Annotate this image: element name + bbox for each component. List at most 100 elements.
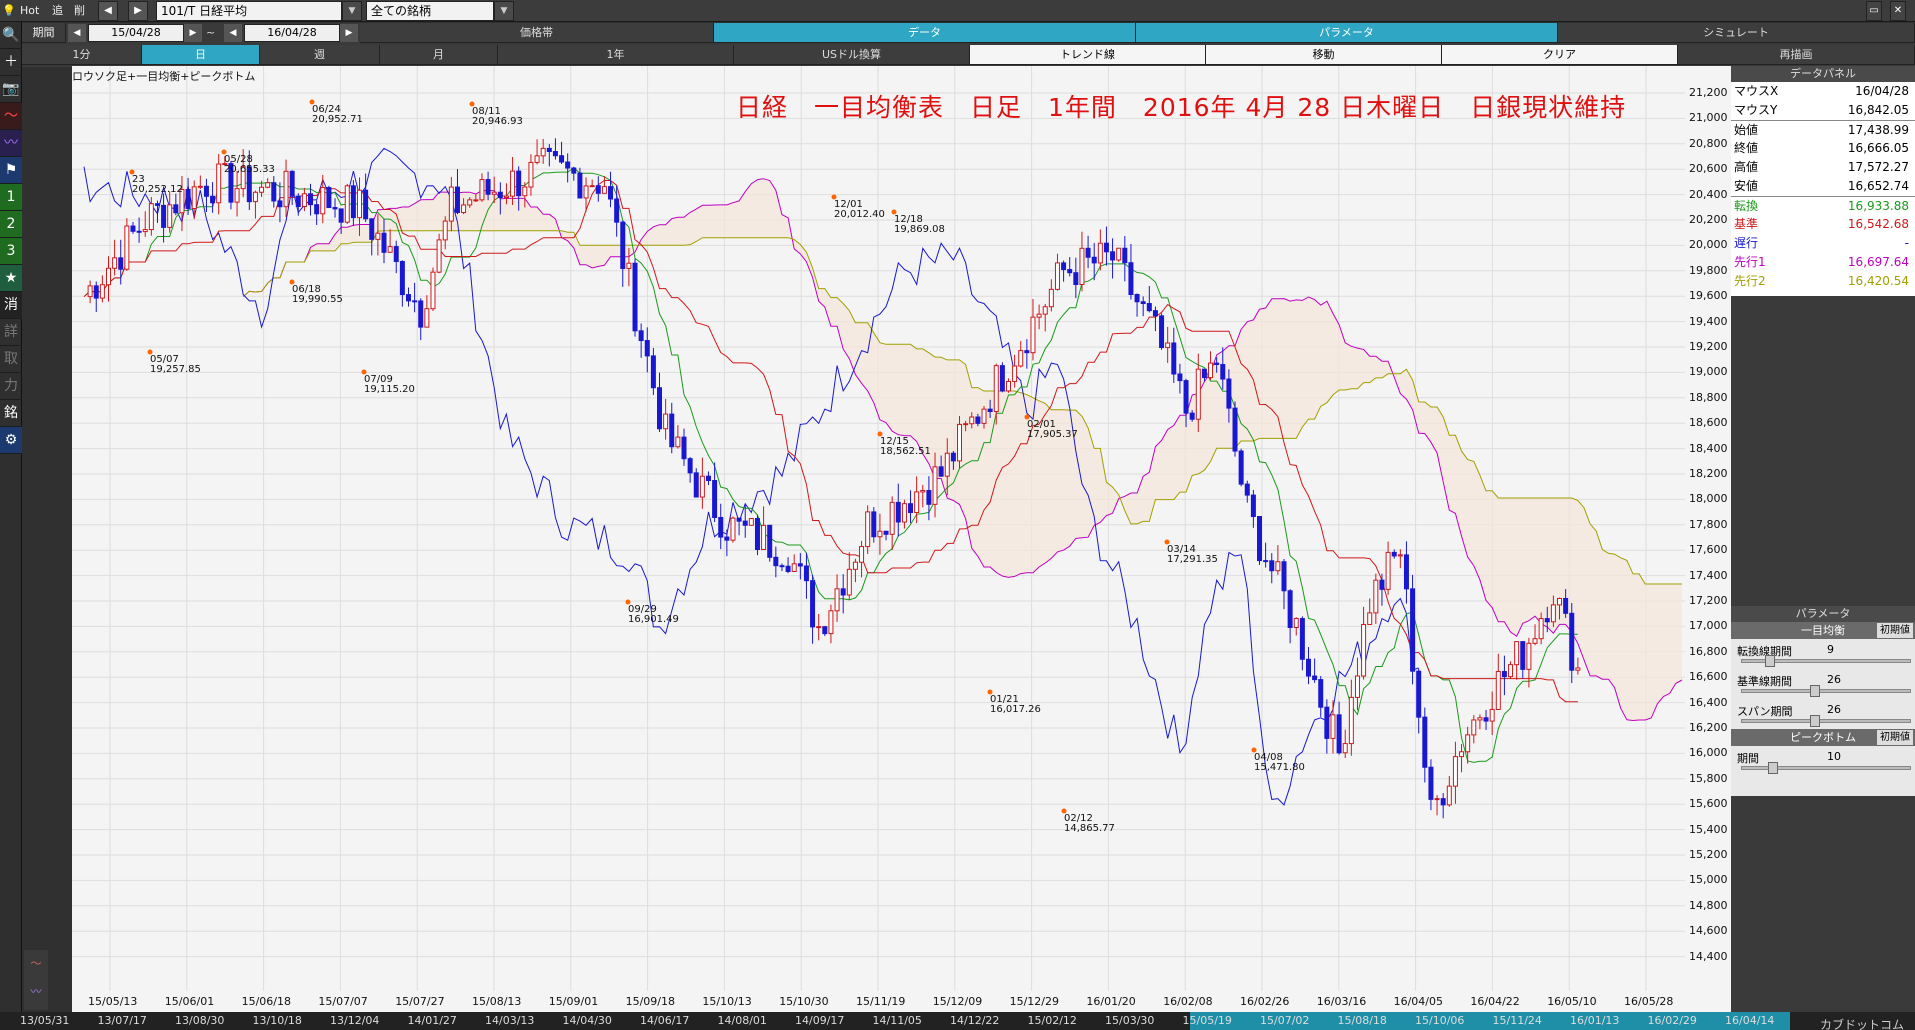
- erase-button[interactable]: 消: [0, 292, 22, 319]
- timeline-date[interactable]: 15/05/19: [1183, 1014, 1232, 1027]
- date-from-input[interactable]: 15/04/28: [88, 24, 184, 42]
- mini-chart-icons[interactable]: 〜 〰: [24, 950, 48, 1010]
- candle-body: [981, 408, 987, 424]
- preset-3-icon[interactable]: 3: [0, 238, 22, 265]
- timeline-date[interactable]: 14/03/13: [485, 1014, 534, 1027]
- panel-spacer: [1731, 296, 1915, 606]
- timeline-date[interactable]: 13/08/30: [175, 1014, 224, 1027]
- param-slider[interactable]: [1741, 766, 1911, 770]
- timeline-date[interactable]: 15/03/30: [1105, 1014, 1154, 1027]
- candle-body: [87, 285, 93, 298]
- lightbulb-icon[interactable]: 💡: [2, 2, 16, 20]
- get-button[interactable]: 取: [0, 346, 22, 373]
- camera-icon[interactable]: 📷: [0, 76, 22, 103]
- param-slider[interactable]: [1741, 719, 1911, 723]
- timeline-date[interactable]: 13/05/31: [20, 1014, 69, 1027]
- timeline-date[interactable]: 15/02/12: [1028, 1014, 1077, 1027]
- chart-area[interactable]: 15/05/13 15/06/01 15/06/18 15/07/07 15/07/27…: [72, 66, 1685, 1012]
- star-icon[interactable]: ★: [0, 265, 22, 292]
- timeline-date[interactable]: 15/10/06: [1415, 1014, 1464, 1027]
- param-value[interactable]: 9: [1827, 643, 1834, 656]
- mini-line-icon[interactable]: 〜: [24, 950, 48, 978]
- timeline-date[interactable]: 15/08/18: [1338, 1014, 1387, 1027]
- interval-1year[interactable]: 1年: [498, 45, 734, 65]
- minimize-icon[interactable]: ▭: [1866, 1, 1882, 21]
- slider-knob[interactable]: [1810, 715, 1821, 727]
- filter-dropdown-icon[interactable]: ▼: [494, 1, 514, 21]
- line-chart-icon[interactable]: 〜: [0, 103, 22, 130]
- timeline-date[interactable]: 13/12/04: [330, 1014, 379, 1027]
- timeline-date[interactable]: 15/11/24: [1493, 1014, 1542, 1027]
- interval-week[interactable]: 週: [260, 45, 380, 65]
- next-arrow-icon[interactable]: ▶: [128, 1, 148, 21]
- candle-body: [999, 365, 1005, 392]
- interval-day[interactable]: 日: [142, 45, 260, 65]
- candle-body: [1348, 696, 1354, 745]
- peak-reset-button[interactable]: 初期値: [1877, 730, 1913, 745]
- ichimoku-reset-button[interactable]: 初期値: [1877, 623, 1913, 638]
- usd-convert-button[interactable]: USドル換算: [734, 45, 970, 65]
- preset-2-icon[interactable]: 2: [0, 211, 22, 238]
- flag-icon[interactable]: ⚑: [0, 157, 22, 184]
- date-to-input[interactable]: 16/04/28: [244, 24, 340, 42]
- symbol-button[interactable]: 銘: [0, 400, 22, 427]
- hot-button[interactable]: Hot: [20, 2, 39, 20]
- delete-button[interactable]: 削: [74, 2, 85, 20]
- param-value[interactable]: 26: [1827, 703, 1841, 716]
- timeline-date[interactable]: 14/09/17: [795, 1014, 844, 1027]
- candle-body: [142, 229, 148, 233]
- date-prev-icon[interactable]: ◀: [68, 24, 86, 42]
- tab-data[interactable]: データ: [714, 23, 1136, 43]
- app-window: 💡 Hot 追 削 ◀ ▶ 101/T 日経平均 ▼ 全ての銘柄 ▼ ▭ ✕ 期…: [0, 0, 1915, 1030]
- timeline-date[interactable]: 14/06/17: [640, 1014, 689, 1027]
- date-to-next-icon[interactable]: ▶: [340, 24, 358, 42]
- timeline-date[interactable]: 14/11/05: [873, 1014, 922, 1027]
- date-from-next-icon[interactable]: ▶: [184, 24, 202, 42]
- slider-knob[interactable]: [1810, 685, 1821, 697]
- timeline-date[interactable]: 14/01/27: [408, 1014, 457, 1027]
- timeline-date[interactable]: 14/04/30: [563, 1014, 612, 1027]
- move-button[interactable]: 移動: [1206, 45, 1442, 65]
- power-button[interactable]: 力: [0, 373, 22, 400]
- tab-parameter[interactable]: パラメータ: [1136, 23, 1558, 43]
- ichimoku-section: 一目均衡 初期値: [1731, 622, 1915, 639]
- preset-1-icon[interactable]: 1: [0, 184, 22, 211]
- x-tick-label: 15/10/13: [702, 995, 751, 1008]
- slider-knob[interactable]: [1767, 762, 1778, 774]
- symbol-dropdown-icon[interactable]: ▼: [342, 1, 362, 21]
- mini-wave-icon[interactable]: 〰: [24, 978, 48, 1006]
- search-icon[interactable]: 🔍: [0, 22, 22, 49]
- slider-knob[interactable]: [1765, 655, 1775, 667]
- add-button[interactable]: 追: [52, 2, 63, 20]
- clear-button[interactable]: クリア: [1442, 45, 1678, 65]
- param-slider[interactable]: [1741, 689, 1911, 693]
- tab-price-range[interactable]: 価格帯: [360, 23, 714, 43]
- timeline-date[interactable]: 16/01/13: [1570, 1014, 1619, 1027]
- close-icon[interactable]: ✕: [1890, 1, 1906, 21]
- crosshair-icon[interactable]: ＋: [0, 49, 22, 76]
- symbol-input[interactable]: 101/T 日経平均: [156, 1, 342, 21]
- interval-month[interactable]: 月: [380, 45, 498, 65]
- ichimoku-chart[interactable]: 15/05/13 15/06/01 15/06/18 15/07/07 15/07/27…: [72, 66, 1685, 1012]
- timeline-date[interactable]: 14/12/22: [950, 1014, 999, 1027]
- timeline-date[interactable]: 16/02/29: [1648, 1014, 1697, 1027]
- param-value[interactable]: 10: [1827, 750, 1841, 763]
- detail-button[interactable]: 詳: [0, 319, 22, 346]
- timeline-date[interactable]: 13/10/18: [253, 1014, 302, 1027]
- timeline-date[interactable]: 16/04/14: [1725, 1014, 1774, 1027]
- timeline-date[interactable]: 15/07/02: [1260, 1014, 1309, 1027]
- prev-arrow-icon[interactable]: ◀: [98, 1, 118, 21]
- date-scroller[interactable]: 13/05/31 13/07/17 13/08/30 13/10/18 13/12/04…: [0, 1012, 1790, 1030]
- param-value[interactable]: 26: [1827, 673, 1841, 686]
- filter-select[interactable]: 全ての銘柄: [366, 1, 494, 21]
- interval-1min[interactable]: 1分: [22, 45, 142, 65]
- timeline-date[interactable]: 14/08/01: [718, 1014, 767, 1027]
- multi-line-icon[interactable]: 〰: [0, 130, 22, 157]
- settings-gear-icon[interactable]: ⚙: [0, 427, 22, 454]
- candle-body: [1324, 706, 1330, 739]
- trendline-button[interactable]: トレンド線: [970, 45, 1206, 65]
- tab-simulate[interactable]: シミュレート: [1558, 23, 1915, 43]
- redraw-button[interactable]: 再描画: [1678, 45, 1915, 65]
- timeline-date[interactable]: 13/07/17: [98, 1014, 147, 1027]
- date-to-prev-icon[interactable]: ◀: [224, 24, 242, 42]
